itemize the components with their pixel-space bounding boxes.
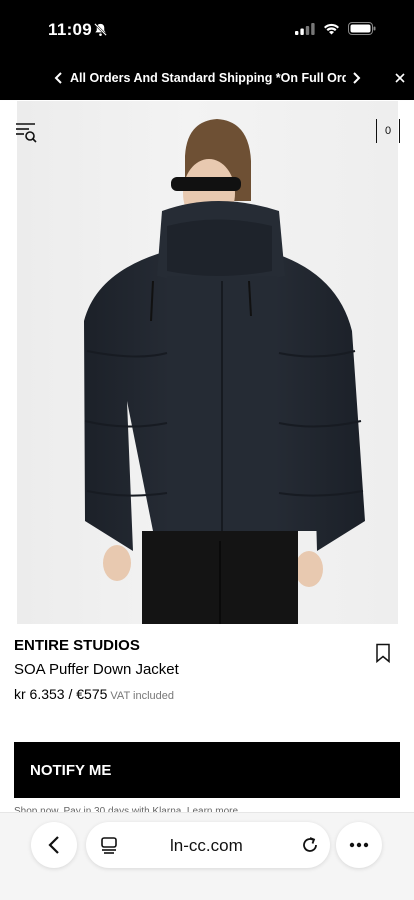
status-time: 11:09	[48, 20, 93, 39]
battery-icon	[348, 22, 376, 35]
bell-muted-icon	[94, 23, 107, 36]
address-bar[interactable]: ln-cc.com	[86, 822, 330, 868]
more-dots-icon	[349, 842, 369, 848]
cellular-signal-icon	[295, 22, 315, 35]
notify-me-button[interactable]: NOTIFY ME	[14, 742, 400, 798]
klarna-promo: Shop now. Pay in 30 days with Klarna. Le…	[14, 806, 239, 812]
promo-banner: All Orders And Standard Shipping *On Ful…	[0, 58, 414, 100]
status-indicators	[295, 22, 376, 35]
more-options-button[interactable]	[336, 822, 382, 868]
wifi-icon	[324, 23, 339, 34]
back-arrow-icon	[48, 836, 59, 854]
reload-icon[interactable]	[300, 835, 320, 855]
product-brand[interactable]: ENTIRE STUDIOS	[14, 637, 140, 654]
product-name: SOA Puffer Down Jacket	[14, 661, 179, 678]
vat-note: VAT included	[110, 690, 174, 702]
bookmark-icon[interactable]	[375, 643, 391, 663]
chevron-right-icon[interactable]	[349, 70, 363, 86]
cart-count[interactable]: 0	[376, 119, 400, 143]
back-button[interactable]	[31, 822, 77, 868]
close-icon[interactable]	[393, 70, 407, 86]
product-price: kr 6.353 / €575	[14, 686, 108, 702]
chevron-left-icon[interactable]	[52, 70, 66, 86]
url-text: ln-cc.com	[170, 836, 243, 855]
promo-text: All Orders And Standard Shipping *On Ful…	[70, 71, 346, 85]
product-image[interactable]	[17, 101, 398, 624]
filter-search-icon[interactable]	[15, 121, 37, 143]
page-menu-icon[interactable]	[100, 836, 118, 854]
status-bar: 11:09	[0, 0, 414, 58]
price-row: kr 6.353 / €575 VAT included	[14, 686, 174, 702]
model-in-puffer-jacket-photo	[84, 119, 365, 624]
